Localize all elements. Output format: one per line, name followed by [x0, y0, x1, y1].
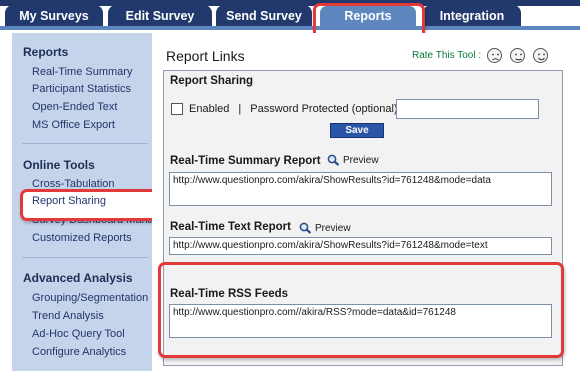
tab-integration[interactable]: Integration: [423, 5, 521, 26]
sidebar-heading-reports: Reports: [23, 45, 69, 59]
tab-my-surveys[interactable]: My Surveys: [5, 5, 103, 26]
summary-preview-link[interactable]: Preview: [326, 154, 379, 166]
separator: |: [238, 103, 242, 115]
sidebar-divider: [22, 257, 148, 258]
tab-underline: [0, 26, 580, 30]
sidebar-item-ad-hoc-query-tool[interactable]: Ad-Hoc Query Tool: [32, 328, 125, 340]
tab-edit-survey[interactable]: Edit Survey: [108, 5, 212, 26]
sidebar-item-customized-reports[interactable]: Customized Reports: [32, 232, 132, 244]
enabled-label: Enabled: [189, 103, 230, 115]
text-report-title: Real-Time Text Report: [170, 221, 291, 233]
password-input[interactable]: [396, 99, 539, 119]
sidebar-item-open-ended-text[interactable]: Open-Ended Text: [32, 101, 117, 113]
magnifier-icon: [298, 222, 312, 234]
sidebar-item-real-time-summary[interactable]: Real-Time Summary: [32, 66, 132, 78]
summary-report-title: Real-Time Summary Report: [170, 155, 321, 167]
text-preview-link[interactable]: Preview: [298, 222, 351, 234]
page-title: Report Links: [166, 48, 245, 64]
sidebar-item-grouping-segmentation[interactable]: Grouping/Segmentation: [32, 292, 148, 304]
rate-tool-label: Rate This Tool :: [412, 50, 482, 61]
report-sharing-title: Report Sharing: [170, 75, 254, 87]
sidebar-item-report-sharing-highlighted[interactable]: Report Sharing: [32, 195, 106, 207]
sidebar-item-configure-analytics[interactable]: Configure Analytics: [32, 346, 126, 358]
magnifier-icon: [326, 154, 340, 166]
preview-label: Preview: [315, 222, 351, 234]
sad-face-icon[interactable]: [487, 48, 502, 63]
sidebar-item-ms-office-export[interactable]: MS Office Export: [32, 119, 115, 131]
sidebar-item-participant-statistics[interactable]: Participant Statistics: [32, 83, 131, 95]
happy-face-icon[interactable]: [533, 48, 548, 63]
enabled-row: Enabled | Password Protected (optional):: [171, 101, 401, 117]
preview-label: Preview: [343, 154, 379, 166]
sidebar-item-trend-analysis[interactable]: Trend Analysis: [32, 310, 104, 322]
summary-report-url-field[interactable]: http://www.questionpro.com/akira/ShowRes…: [169, 172, 552, 206]
rss-feeds-highlight: [158, 262, 564, 358]
save-button[interactable]: Save: [330, 123, 384, 138]
sidebar-divider: [22, 143, 148, 144]
enabled-checkbox[interactable]: [171, 103, 183, 115]
tab-send-survey[interactable]: Send Survey: [216, 5, 312, 26]
sidebar-heading-online-tools: Online Tools: [23, 158, 95, 172]
neutral-face-icon[interactable]: [510, 48, 525, 63]
password-label: Password Protected (optional):: [250, 103, 401, 115]
text-report-url-field[interactable]: http://www.questionpro.com/akira/ShowRes…: [169, 237, 552, 255]
sidebar-heading-advanced-analysis: Advanced Analysis: [23, 271, 133, 285]
